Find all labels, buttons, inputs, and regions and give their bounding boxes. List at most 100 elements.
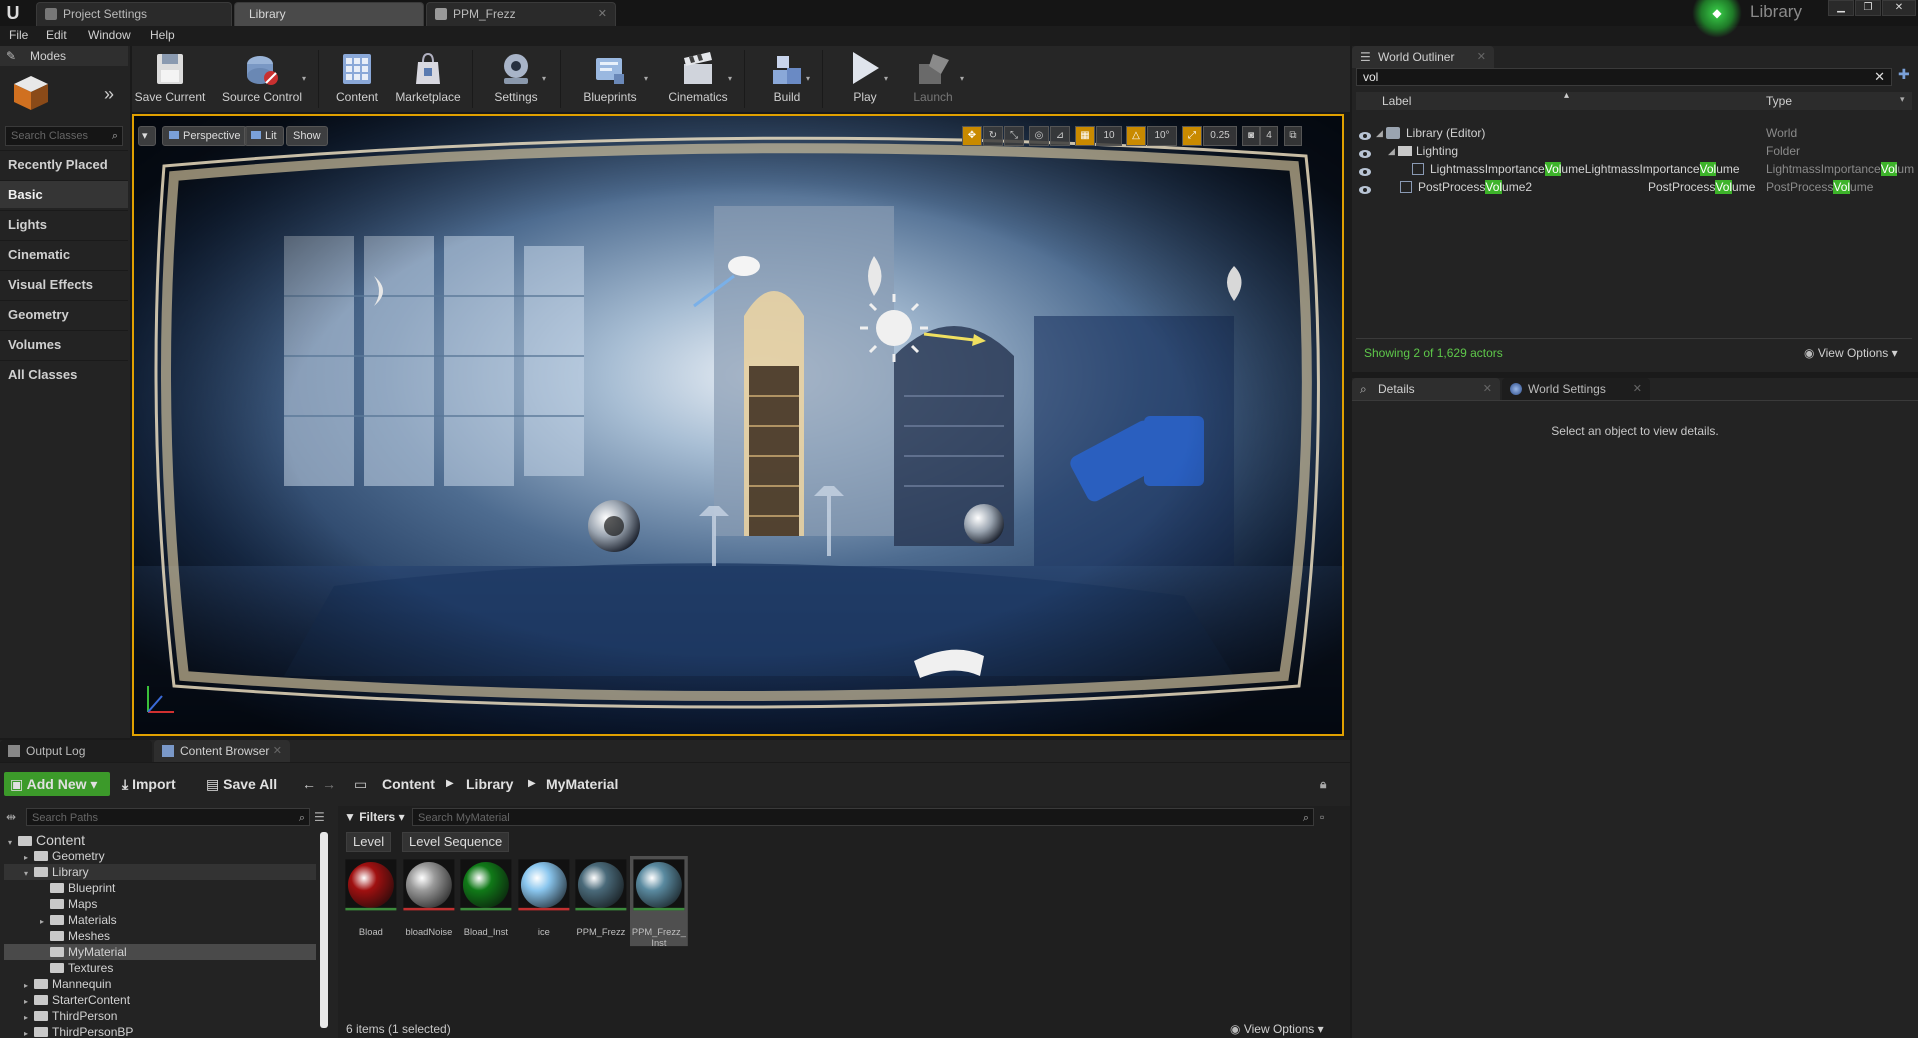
- rotation-snap-value[interactable]: 10°: [1147, 126, 1177, 146]
- category-volumes[interactable]: Volumes: [0, 330, 128, 358]
- column-options-icon[interactable]: ▾: [1900, 94, 1905, 105]
- close-icon[interactable]: ✕: [1483, 378, 1492, 400]
- collapse-arrow-icon[interactable]: ◢: [1388, 142, 1395, 160]
- unreal-logo-icon[interactable]: U: [2, 2, 24, 24]
- camera-speed-value[interactable]: 4: [1260, 126, 1278, 146]
- play-dropdown-icon[interactable]: ▾: [884, 74, 894, 83]
- label-column-header[interactable]: Label: [1382, 94, 1411, 108]
- tab-project-settings[interactable]: Project Settings: [36, 2, 232, 26]
- tree-item-blueprint[interactable]: Blueprint: [4, 880, 316, 896]
- asset-tile[interactable]: ice: [515, 856, 573, 946]
- expand-arrow-icon[interactable]: ▸: [24, 1026, 34, 1038]
- close-window-button[interactable]: ✕: [1882, 0, 1916, 16]
- tree-item-thirdperson[interactable]: ▸ ThirdPerson: [4, 1008, 316, 1024]
- source-control-dropdown-icon[interactable]: ▾: [302, 74, 312, 83]
- category-lights[interactable]: Lights: [0, 210, 128, 238]
- tree-item-thirdpersonbp[interactable]: ▸ ThirdPersonBP: [4, 1024, 316, 1038]
- launch-button[interactable]: Launch: [900, 46, 966, 110]
- tree-item-textures[interactable]: Textures: [4, 960, 316, 976]
- tree-scrollbar[interactable]: [320, 832, 328, 1028]
- launch-dropdown-icon[interactable]: ▾: [960, 74, 970, 83]
- translate-tool-icon[interactable]: ✥: [962, 126, 982, 146]
- tree-item-startercontent[interactable]: ▸ StarterContent: [4, 992, 316, 1008]
- marketplace-button[interactable]: Marketplace: [390, 46, 466, 110]
- outliner-row-world[interactable]: ◢ Library (Editor) World: [1356, 124, 1912, 142]
- maximize-viewport-icon[interactable]: ⧉: [1284, 126, 1302, 146]
- tree-item-content[interactable]: ▾ Content: [4, 832, 316, 848]
- minimize-button[interactable]: ▁: [1828, 0, 1854, 16]
- clear-search-icon[interactable]: ✕: [1874, 69, 1885, 85]
- tab-content-browser[interactable]: Content Browser ✕: [154, 740, 290, 762]
- asset-tile[interactable]: PPM_Frezz_ Inst: [629, 856, 688, 949]
- maximize-button[interactable]: ❐: [1855, 0, 1881, 16]
- asset-tile[interactable]: Bload: [342, 856, 400, 946]
- tab-details[interactable]: ⌕ Details ✕: [1352, 378, 1500, 400]
- visibility-eye-icon[interactable]: [1358, 128, 1372, 140]
- tree-item-mymaterial[interactable]: MyMaterial: [4, 944, 316, 960]
- settings-dropdown-icon[interactable]: ▾: [542, 74, 552, 83]
- assets-view-options-button[interactable]: ◉ View Options ▾: [1230, 1022, 1324, 1036]
- asset-tile[interactable]: Bload_Inst: [457, 856, 515, 946]
- outliner-row-postprocess-volume[interactable]: PostProcessVolume2 PostProcessVolume Pos…: [1356, 178, 1912, 196]
- world-space-icon[interactable]: ◎: [1029, 126, 1049, 146]
- outliner-row-lightmass-volume[interactable]: LightmassImportanceVolumeLightmassImport…: [1356, 160, 1914, 178]
- tab-library[interactable]: Library: [234, 2, 424, 26]
- visibility-eye-icon[interactable]: [1358, 182, 1372, 194]
- level-viewport[interactable]: ▾ Perspective Lit Show ✥ ↻ ⤡ ◎ ⊿ ▦ 10 △ …: [132, 114, 1344, 736]
- collapse-arrow-icon[interactable]: ◢: [1376, 124, 1383, 142]
- category-cinematic[interactable]: Cinematic: [0, 240, 128, 268]
- category-geometry[interactable]: Geometry: [0, 300, 128, 328]
- blueprints-button[interactable]: Blueprints: [570, 46, 650, 110]
- save-all-button[interactable]: ▤ Save All: [206, 772, 277, 796]
- perspective-button[interactable]: Perspective: [162, 126, 248, 146]
- close-icon[interactable]: ✕: [1477, 46, 1486, 68]
- tree-options-icon[interactable]: ☰: [314, 810, 325, 824]
- build-dropdown-icon[interactable]: ▾: [806, 74, 816, 83]
- show-button[interactable]: Show: [286, 126, 328, 146]
- grid-snap-value[interactable]: 10: [1096, 126, 1122, 146]
- outliner-search-input[interactable]: vol ✕: [1356, 68, 1892, 86]
- lit-button[interactable]: Lit: [244, 126, 284, 146]
- add-new-button[interactable]: ▣ Add New ▾: [4, 772, 110, 796]
- close-icon[interactable]: ✕: [598, 3, 607, 25]
- category-all-classes[interactable]: All Classes: [0, 360, 128, 388]
- tree-item-mannequin[interactable]: ▸ Mannequin: [4, 976, 316, 992]
- menu-edit[interactable]: Edit: [46, 28, 67, 42]
- category-basic[interactable]: Basic: [0, 180, 128, 208]
- viewport-options-button[interactable]: ▾: [138, 126, 156, 146]
- tab-output-log[interactable]: Output Log: [0, 740, 152, 762]
- grid-snap-icon[interactable]: ▦: [1075, 126, 1095, 146]
- source-control-button[interactable]: Source Control: [212, 46, 312, 110]
- tree-item-meshes[interactable]: Meshes: [4, 928, 316, 944]
- sources-toggle-icon[interactable]: ⇹: [6, 810, 16, 824]
- category-visual-effects[interactable]: Visual Effects: [0, 270, 128, 298]
- scale-snap-icon[interactable]: ⤢: [1182, 126, 1202, 146]
- settings-button[interactable]: Settings: [482, 46, 550, 110]
- tab-ppm-frezz[interactable]: PPM_Frezz ✕: [426, 2, 616, 26]
- scale-snap-value[interactable]: 0.25: [1203, 126, 1237, 146]
- place-mode-button[interactable]: [10, 72, 52, 112]
- tree-item-materials[interactable]: ▸ Materials: [4, 912, 316, 928]
- menu-help[interactable]: Help: [150, 28, 175, 42]
- search-paths-input[interactable]: Search Paths ⌕: [26, 808, 310, 826]
- surface-snap-icon[interactable]: ⊿: [1050, 126, 1070, 146]
- back-arrow-icon[interactable]: ←: [302, 772, 316, 796]
- blueprints-dropdown-icon[interactable]: ▾: [644, 74, 654, 83]
- import-button[interactable]: ⤓ Import: [122, 772, 176, 796]
- scale-tool-icon[interactable]: ⤡: [1004, 126, 1024, 146]
- modes-tab[interactable]: ✎ Modes: [0, 46, 128, 66]
- tab-world-settings[interactable]: World Settings ✕: [1502, 378, 1650, 400]
- category-recently-placed[interactable]: Recently Placed: [0, 150, 128, 178]
- type-column-header[interactable]: Type: [1766, 94, 1792, 108]
- menu-file[interactable]: File: [9, 28, 28, 42]
- close-icon[interactable]: ✕: [1633, 378, 1642, 400]
- asset-tile[interactable]: PPM_Frezz: [572, 856, 630, 946]
- outliner-row-lighting-folder[interactable]: ◢ Lighting Folder: [1356, 142, 1912, 160]
- rotation-snap-icon[interactable]: △: [1126, 126, 1146, 146]
- search-classes-input[interactable]: Search Classes ⌕: [5, 126, 123, 146]
- tree-item-maps[interactable]: Maps: [4, 896, 316, 912]
- add-filter-icon[interactable]: ✚: [1898, 66, 1910, 83]
- camera-speed-icon[interactable]: ◙: [1242, 126, 1260, 146]
- forward-arrow-icon[interactable]: →: [322, 772, 336, 796]
- tab-world-outliner[interactable]: ☰ World Outliner ✕: [1352, 46, 1494, 68]
